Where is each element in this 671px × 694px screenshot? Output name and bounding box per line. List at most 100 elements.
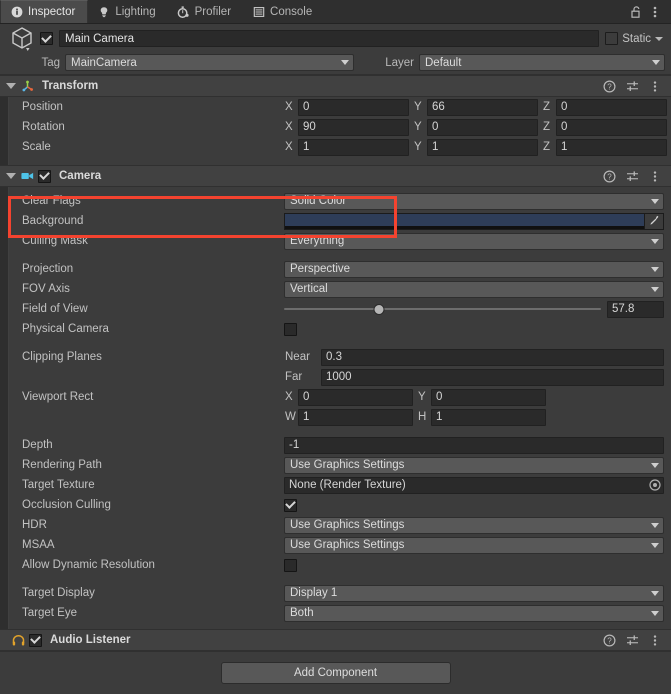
position-x-cell: X 0 [284, 98, 413, 116]
camera-target-display-row: Target Display Display 1 [8, 583, 671, 603]
preset-sliders-icon[interactable] [623, 77, 641, 95]
row-label: Background [22, 215, 84, 227]
foldout-arrow-icon[interactable] [6, 83, 16, 89]
chevron-down-icon [651, 462, 659, 468]
position-y-input[interactable]: 66 [427, 98, 538, 116]
value: 1 [561, 141, 568, 153]
audio-listener-enabled-checkbox[interactable] [29, 633, 42, 647]
help-icon[interactable]: ? [600, 631, 618, 649]
clear-flags-dropdown[interactable]: Solid Color [284, 192, 664, 210]
far-label: Far [285, 371, 303, 383]
rotation-z-input[interactable]: 0 [556, 118, 667, 136]
transform-header-icons: ? [600, 77, 664, 95]
viewport-y-input[interactable]: 0 [431, 388, 546, 406]
physical-camera-checkbox[interactable] [284, 322, 297, 336]
layer-dropdown[interactable]: Default [419, 54, 665, 71]
axis-label-y: Y [414, 121, 422, 133]
audio-listener-component-header[interactable]: Audio Listener ? [0, 629, 671, 651]
camera-field-of-view-row: Field of View 57.8 [8, 299, 671, 319]
tab-inspector[interactable]: Inspector [0, 0, 89, 23]
viewport-x-input[interactable]: 0 [298, 388, 413, 406]
camera-rendering-path-row: Rendering Path Use Graphics Settings [8, 455, 671, 475]
vertical-ellipsis-icon[interactable] [646, 77, 664, 95]
value: 0 [303, 101, 310, 113]
camera-enabled-checkbox[interactable] [38, 169, 51, 183]
camera-allow-dynamic-resolution-row: Allow Dynamic Resolution [8, 555, 671, 575]
help-icon[interactable]: ? [600, 77, 618, 95]
allow-dynamic-resolution-checkbox[interactable] [284, 558, 297, 572]
object-picker-icon[interactable] [648, 479, 661, 492]
foldout-arrow-icon[interactable] [6, 173, 16, 179]
add-component-button[interactable]: Add Component [220, 662, 451, 684]
background-color-field[interactable] [284, 212, 664, 230]
position-x-input[interactable]: 0 [298, 98, 409, 116]
axis-label-x: X [285, 141, 293, 153]
add-component-area: Add Component [0, 651, 671, 694]
svg-text:?: ? [607, 636, 612, 645]
value: 0 [561, 121, 568, 133]
camera-component-header[interactable]: Camera ? [0, 165, 671, 187]
unity-inspector-window: Inspector Lighting Profiler Console Main… [0, 0, 671, 694]
row-label: Position [22, 101, 63, 113]
scale-z-input[interactable]: 1 [556, 138, 667, 156]
help-icon[interactable]: ? [600, 167, 618, 185]
static-checkbox[interactable] [605, 32, 619, 45]
gameobject-name-value: Main Camera [65, 32, 135, 45]
scale-y-cell: Y 1 [413, 138, 542, 156]
vector3-field: X 90 Y 0 Z 0 [284, 118, 671, 136]
rotation-x-input[interactable]: 90 [298, 118, 409, 136]
fov-axis-dropdown[interactable]: Vertical [284, 280, 664, 298]
viewport-xy-group: X 0 Y 0 [284, 388, 550, 406]
row-label: Occlusion Culling [22, 499, 111, 511]
viewport-h-input[interactable]: 1 [431, 408, 546, 426]
tab-bar-controls [626, 0, 671, 23]
msaa-dropdown[interactable]: Use Graphics Settings [284, 536, 664, 554]
projection-dropdown-wrap: Perspective [284, 260, 664, 278]
value: 66 [432, 101, 445, 113]
tab-lighting[interactable]: Lighting [88, 0, 167, 23]
field-of-view-input[interactable]: 57.8 [607, 300, 664, 318]
hdr-dropdown[interactable]: Use Graphics Settings [284, 516, 664, 534]
scale-z-cell: Z 1 [542, 138, 671, 156]
target-display-dropdown[interactable]: Display 1 [284, 584, 664, 602]
chevron-down-icon[interactable] [655, 36, 663, 41]
tag-dropdown[interactable]: MainCamera [65, 54, 354, 71]
target-texture-object-field[interactable]: None (Render Texture) [284, 476, 664, 494]
transform-component-header[interactable]: Transform ? [0, 75, 671, 97]
slider-handle[interactable] [373, 303, 385, 315]
eyedropper-icon[interactable] [644, 213, 663, 229]
padlock-open-icon[interactable] [626, 3, 644, 21]
target-eye-dropdown[interactable]: Both [284, 604, 664, 622]
camera-physical-camera-row: Physical Camera [8, 319, 671, 339]
viewport-w-input[interactable]: 1 [298, 408, 413, 426]
tab-profiler[interactable]: Profiler [168, 0, 243, 23]
position-z-input[interactable]: 0 [556, 98, 667, 116]
background-color-swatch[interactable] [285, 213, 644, 229]
clipping-near-input[interactable]: 0.3 [321, 348, 664, 366]
culling-mask-dropdown[interactable]: Everything [284, 232, 664, 250]
scale-x-input[interactable]: 1 [298, 138, 409, 156]
vertical-ellipsis-icon[interactable] [646, 3, 664, 21]
preset-sliders-icon[interactable] [623, 167, 641, 185]
field-of-view-slider[interactable] [284, 301, 601, 318]
rotation-y-input[interactable]: 0 [427, 118, 538, 136]
scale-y-input[interactable]: 1 [427, 138, 538, 156]
viewport-wh-group: W 1 H 1 [284, 408, 550, 426]
occlusion-culling-checkbox[interactable] [284, 498, 297, 512]
tag-layer-row: Tag MainCamera Layer Default [0, 52, 671, 73]
gameobject-name-input[interactable]: Main Camera [59, 30, 600, 47]
projection-dropdown[interactable]: Perspective [284, 260, 664, 278]
static-label: Static [622, 32, 651, 45]
tab-console[interactable]: Console [243, 0, 324, 23]
transform-position-row: Position X 0 Y 66 Z 0 [8, 97, 671, 117]
msaa-dropdown-wrap: Use Graphics Settings [284, 536, 664, 554]
vertical-ellipsis-icon[interactable] [646, 167, 664, 185]
clipping-far-input[interactable]: 1000 [321, 368, 664, 386]
rendering-path-dropdown[interactable]: Use Graphics Settings [284, 456, 664, 474]
preset-sliders-icon[interactable] [623, 631, 641, 649]
rendering-path-value: Use Graphics Settings [290, 459, 405, 471]
gameobject-enabled-checkbox[interactable] [40, 32, 53, 45]
depth-input[interactable]: -1 [284, 436, 664, 454]
vertical-ellipsis-icon[interactable] [646, 631, 664, 649]
